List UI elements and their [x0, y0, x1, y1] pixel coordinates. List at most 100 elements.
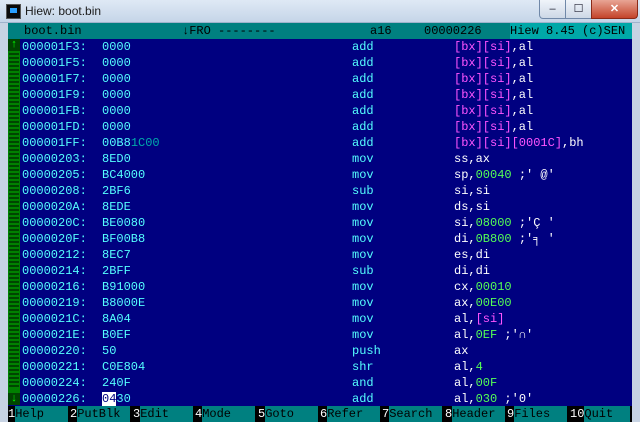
disassembly-listing[interactable]: 000001F3: 0000 add [bx][si],al 000001F5: 0000…	[22, 39, 632, 407]
operand-part: [bx][si]	[454, 40, 512, 54]
row-hex-text: B91000	[102, 280, 146, 294]
row-hex-bytes: 240F	[102, 375, 131, 391]
row-mnemonic: add	[352, 136, 374, 150]
row-mnemonic: mov	[352, 216, 374, 230]
row-hex-text: BE0080	[102, 216, 146, 230]
disasm-row[interactable]: 00000219: B8000E mov ax,00E00	[22, 295, 632, 311]
fkey-mode-button[interactable]: 4Mode	[195, 406, 256, 422]
status-line: boot.bin ↓FRO -------- a16 00000226 Hiew…	[8, 23, 632, 39]
operand-part: [bx][si]	[454, 56, 512, 70]
row-mnemonic: mov	[352, 328, 374, 342]
row-hex-bytes: 8EDE	[102, 199, 131, 215]
hiew-console[interactable]: boot.bin ↓FRO -------- a16 00000226 Hiew…	[8, 23, 632, 422]
scroll-up-arrow-icon[interactable]: ↑	[8, 39, 20, 51]
fkey-label: Files	[514, 406, 568, 422]
fkey-goto-button[interactable]: 5Goto	[258, 406, 319, 422]
row-operands: al,4	[454, 359, 483, 375]
operand-part: sp,	[454, 168, 476, 182]
disasm-row[interactable]: 0000020C: BE0080 mov si,08000 ;'Ç '	[22, 215, 632, 231]
row-address: 000001F7:	[22, 72, 87, 86]
operand-part: ,al	[511, 56, 534, 70]
row-hex-continuation: 1C00	[130, 136, 160, 150]
disasm-row[interactable]: 000001FF: 00B81C00 add [bx][si][0001C],bh	[22, 135, 632, 151]
disasm-row[interactable]: 000001FD: 0000 add [bx][si],al	[22, 119, 632, 135]
fkey-files-button[interactable]: 9Files	[507, 406, 568, 422]
row-hex-bytes: B8000E	[102, 295, 145, 311]
row-mnemonic: sub	[352, 184, 374, 198]
row-hex-bytes: 0000	[102, 39, 131, 55]
row-mnemonic: shr	[352, 360, 374, 374]
disasm-row[interactable]: 00000212: 8EC7 mov es,di	[22, 247, 632, 263]
row-address: 00000216:	[22, 280, 87, 294]
disasm-row[interactable]: 00000214: 2BFF sub di,di	[22, 263, 632, 279]
fkey-number: 5	[258, 407, 266, 421]
fkey-putblk-button[interactable]: 2PutBlk	[70, 406, 131, 422]
disasm-row[interactable]: 0000020F: BF00B8 mov di,0B800 ;'╕ '	[22, 231, 632, 247]
fkey-refer-button[interactable]: 6Refer	[320, 406, 381, 422]
row-mnemonic: push	[352, 344, 381, 358]
row-operands: [bx][si],al	[454, 71, 533, 87]
disasm-row[interactable]: 0000021C: 8A04 mov al,[si]	[22, 311, 632, 327]
disasm-row[interactable]: 00000224: 240F and al,00F	[22, 375, 632, 391]
row-operands: [bx][si],al	[454, 103, 533, 119]
disasm-row[interactable]: 000001F7: 0000 add [bx][si],al	[22, 71, 632, 87]
disasm-row[interactable]: 000001F9: 0000 add [bx][si],al	[22, 87, 632, 103]
disasm-row[interactable]: 00000220: 50 push ax	[22, 343, 632, 359]
row-hex-text: 0000	[102, 56, 131, 70]
row-operands: al,[si]	[454, 311, 504, 327]
row-hex-bytes: BF00B8	[102, 231, 145, 247]
fkey-search-button[interactable]: 7Search	[382, 406, 443, 422]
disasm-row[interactable]: 00000205: BC4000 mov sp,00040 ;' @'	[22, 167, 632, 183]
operand-part: [bx][si]	[454, 120, 512, 134]
fkey-header-button[interactable]: 8Header	[445, 406, 506, 422]
row-hex-bytes: 00B81C00	[102, 135, 160, 151]
fkey-number: 2	[70, 407, 78, 421]
fkey-edit-button[interactable]: 3Edit	[133, 406, 194, 422]
row-mnemonic: add	[352, 56, 374, 70]
operand-part: ss,ax	[454, 152, 491, 166]
operand-part: 0B800	[475, 232, 512, 246]
disasm-row[interactable]: 0000020A: 8EDE mov ds,si	[22, 199, 632, 215]
disasm-row[interactable]: 00000208: 2BF6 sub si,si	[22, 183, 632, 199]
operand-part: al,	[454, 392, 476, 406]
disasm-row[interactable]: 000001F5: 0000 add [bx][si],al	[22, 55, 632, 71]
row-operands: ss,ax	[454, 151, 490, 167]
fkey-number: 9	[507, 407, 515, 421]
operand-part: [bx][si]	[454, 104, 512, 118]
row-address: 000001FF:	[22, 136, 87, 150]
row-mnemonic: add	[352, 88, 374, 102]
operand-part: ,al	[511, 40, 534, 54]
disasm-row[interactable]: 0000021E: B0EF mov al,0EF ;'∩'	[22, 327, 632, 343]
disasm-row[interactable]: 00000203: 8ED0 mov ss,ax	[22, 151, 632, 167]
fkey-help-button[interactable]: 1Help	[8, 406, 69, 422]
row-operands: [bx][si][0001C],bh	[454, 135, 584, 151]
row-mnemonic: add	[352, 392, 374, 406]
row-hex-text: 8ED0	[102, 152, 131, 166]
fkey-label: Edit	[140, 406, 194, 422]
vertical-scrollbar[interactable]: ↑ ↓	[8, 39, 20, 405]
operand-part: al,	[454, 376, 476, 390]
disasm-row[interactable]: 000001F3: 0000 add [bx][si],al	[22, 39, 632, 55]
row-mnemonic: mov	[352, 312, 374, 326]
row-address: 00000224:	[22, 376, 87, 390]
disasm-row[interactable]: 00000216: B91000 mov cx,00010	[22, 279, 632, 295]
row-hex-text: 00B8	[102, 136, 131, 150]
minimize-button[interactable]: –	[539, 0, 566, 19]
scroll-thumb[interactable]	[9, 53, 19, 389]
disasm-row[interactable]: 00000221: C0E804 shr al,4	[22, 359, 632, 375]
edit-cursor[interactable]: 04	[102, 392, 117, 406]
row-address: 0000020A:	[22, 200, 87, 214]
scroll-down-arrow-icon[interactable]: ↓	[8, 393, 20, 405]
operand-part: ;'0'	[497, 392, 534, 406]
operand-part: al,	[454, 360, 476, 374]
row-operands: di,0B800 ;'╕ '	[454, 231, 555, 247]
row-address: 0000021C:	[22, 312, 87, 326]
row-mnemonic: add	[352, 104, 374, 118]
disasm-row[interactable]: 00000226: 0430 add al,030 ;'0'	[22, 391, 632, 407]
row-address: 00000203:	[22, 152, 87, 166]
fkey-quit-button[interactable]: 10Quit	[570, 406, 631, 422]
fkey-label: PutBlk	[77, 406, 131, 422]
close-button[interactable]: ✕	[591, 0, 638, 19]
maximize-button[interactable]: ☐	[565, 0, 592, 19]
disasm-row[interactable]: 000001FB: 0000 add [bx][si],al	[22, 103, 632, 119]
